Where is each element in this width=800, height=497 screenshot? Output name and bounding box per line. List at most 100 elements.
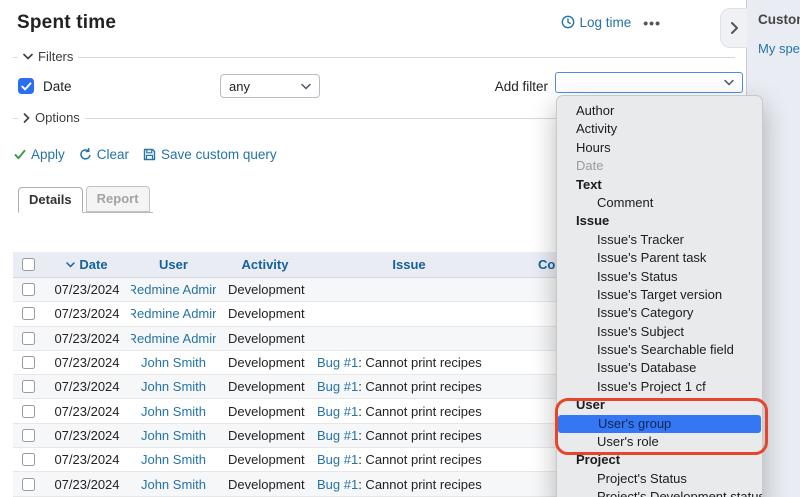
dropdown-option-selected[interactable]: User's group (558, 415, 761, 433)
cell-user-link[interactable]: John Smith (141, 404, 206, 419)
column-header-issue[interactable]: Issue (314, 257, 504, 272)
dropdown-option[interactable]: Issue's Searchable field (557, 341, 762, 359)
dropdown-option[interactable]: Issue's Category (557, 304, 762, 322)
apply-button[interactable]: Apply (14, 147, 65, 162)
cell-issue-link[interactable]: Bug #1 (317, 428, 358, 443)
header-actions: Log time ••• (561, 14, 662, 30)
log-time-button[interactable]: Log time (561, 15, 632, 30)
filters-legend[interactable]: Filters (18, 49, 78, 64)
cell-user-link[interactable]: John Smith (141, 379, 206, 394)
chevron-right-icon (23, 113, 30, 123)
sidebar-heading: Custom queries (758, 12, 800, 27)
row-checkbox[interactable] (22, 429, 35, 442)
more-actions-button[interactable]: ••• (643, 14, 661, 30)
filters-section: Filters (13, 57, 735, 58)
cell-issue-subject: : Cannot print recipes (358, 404, 482, 419)
tab-report[interactable]: Report (86, 186, 150, 212)
dropdown-option[interactable]: Activity (557, 120, 762, 138)
cell-issue-link[interactable]: Bug #1 (317, 477, 358, 492)
cell-user-link[interactable]: John Smith (141, 355, 206, 370)
cell-date: 07/23/2024 (54, 331, 119, 346)
cell-activity: Development (228, 282, 305, 297)
cell-user-link[interactable]: Redmine Admin (131, 331, 216, 346)
save-custom-query-button[interactable]: Save custom query (143, 147, 277, 162)
cell-date: 07/23/2024 (54, 452, 119, 467)
sidebar-link-my-spent-time[interactable]: My spent time (758, 41, 800, 56)
dropdown-option[interactable]: Comment (557, 194, 762, 212)
dropdown-option: Project (557, 451, 762, 469)
cell-activity: Development (228, 477, 305, 492)
cell-user-link[interactable]: John Smith (141, 477, 206, 492)
page-title: Spent time (17, 12, 116, 34)
cell-date: 07/23/2024 (54, 306, 119, 321)
cell-activity: Development (228, 355, 305, 370)
sort-desc-icon (66, 262, 75, 268)
add-filter-select[interactable] (555, 72, 743, 93)
view-tabs: Details Report (18, 186, 153, 213)
column-header-user[interactable]: User (131, 257, 216, 272)
add-filter-label: Add filter (460, 79, 548, 94)
cell-issue-subject: : Cannot print recipes (358, 379, 482, 394)
row-checkbox[interactable] (22, 332, 35, 345)
dropdown-option[interactable]: Issue's Project 1 cf (557, 378, 762, 396)
dropdown-option[interactable]: Author (557, 102, 762, 120)
column-header-activity[interactable]: Activity (216, 257, 314, 272)
row-checkbox[interactable] (22, 453, 35, 466)
add-filter-dropdown: AuthorActivityHoursDateTextCommentIssueI… (556, 95, 763, 497)
dropdown-option[interactable]: Project's Development status (557, 488, 762, 497)
cell-issue-subject: : Cannot print recipes (358, 452, 482, 467)
sidebar-collapse-button[interactable] (720, 8, 747, 48)
column-header-date[interactable]: Date (66, 257, 107, 272)
cell-issue-subject: : Cannot print recipes (358, 477, 482, 492)
date-filter-label: Date (43, 79, 72, 94)
options-legend[interactable]: Options (18, 110, 85, 125)
row-checkbox[interactable] (22, 356, 35, 369)
cell-date: 07/23/2024 (54, 355, 119, 370)
dropdown-option: User (557, 396, 762, 414)
cell-issue-link[interactable]: Bug #1 (317, 379, 358, 394)
cell-issue-subject: : Cannot print recipes (358, 428, 482, 443)
cell-issue-link[interactable]: Bug #1 (317, 452, 358, 467)
dropdown-option[interactable]: Issue's Parent task (557, 249, 762, 267)
row-checkbox[interactable] (22, 478, 35, 491)
dropdown-option[interactable]: Issue's Subject (557, 323, 762, 341)
cell-issue-link[interactable]: Bug #1 (317, 404, 358, 419)
date-operator-select[interactable]: any (220, 74, 320, 98)
cell-user-link[interactable]: John Smith (141, 452, 206, 467)
tab-details[interactable]: Details (18, 187, 83, 213)
save-icon (143, 148, 156, 161)
dropdown-option[interactable]: Issue's Tracker (557, 231, 762, 249)
row-checkbox[interactable] (22, 405, 35, 418)
dropdown-option[interactable]: Issue's Status (557, 268, 762, 286)
row-checkbox[interactable] (22, 283, 35, 296)
select-all-checkbox[interactable] (22, 258, 35, 271)
cell-activity: Development (228, 379, 305, 394)
date-filter-row: Date (18, 78, 72, 94)
reload-icon (79, 148, 92, 161)
cell-user-link[interactable]: Redmine Admin (131, 306, 216, 321)
row-checkbox[interactable] (22, 307, 35, 320)
cell-issue-subject: : Cannot print recipes (358, 355, 482, 370)
dropdown-option[interactable]: Issue's Database (557, 359, 762, 377)
row-checkbox[interactable] (22, 380, 35, 393)
dropdown-option: Issue (557, 212, 762, 230)
chevron-down-icon (23, 53, 33, 60)
cell-user-link[interactable]: Redmine Admin (131, 282, 216, 297)
date-filter-checkbox[interactable] (18, 78, 34, 94)
cell-activity: Development (228, 404, 305, 419)
query-actions: Apply Clear Save custom query (14, 147, 277, 162)
cell-date: 07/23/2024 (54, 477, 119, 492)
dropdown-option[interactable]: User's role (557, 433, 762, 451)
cell-user-link[interactable]: John Smith (141, 428, 206, 443)
clear-button[interactable]: Clear (79, 147, 129, 162)
cell-date: 07/23/2024 (54, 379, 119, 394)
dropdown-option: Date (557, 157, 762, 175)
log-time-label: Log time (580, 15, 632, 30)
chevron-down-icon (301, 83, 311, 90)
dropdown-option[interactable]: Project's Status (557, 470, 762, 488)
cell-issue-link[interactable]: Bug #1 (317, 355, 358, 370)
cell-activity: Development (228, 452, 305, 467)
cell-date: 07/23/2024 (54, 428, 119, 443)
dropdown-option[interactable]: Hours (557, 139, 762, 157)
dropdown-option[interactable]: Issue's Target version (557, 286, 762, 304)
